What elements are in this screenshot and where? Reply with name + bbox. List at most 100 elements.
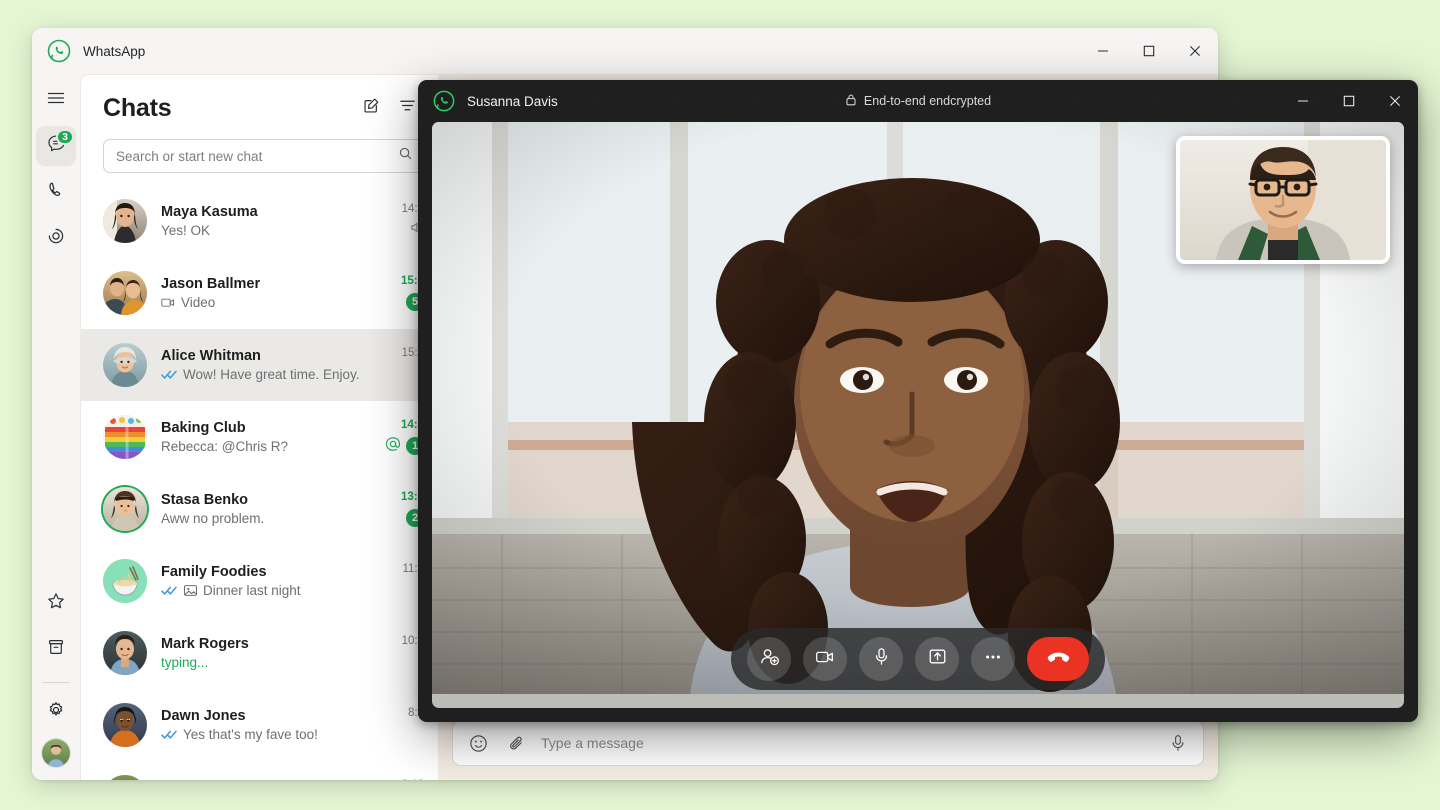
chat-item-name: Alice Whitman <box>161 348 261 364</box>
chat-item-text: Jason Ballmer Video <box>161 276 372 310</box>
mention-icon <box>385 436 401 457</box>
chat-item-preview-text: Dinner last night <box>203 583 301 598</box>
sidebar-item-archived[interactable] <box>36 629 76 669</box>
filter-icon <box>398 96 417 120</box>
chat-item-text: Maya Kasuma Yes! OK <box>161 204 372 238</box>
message-composer[interactable]: Type a message <box>452 720 1204 766</box>
chats-unread-badge: 3 <box>56 129 74 145</box>
chat-item-preview: Yes that's my fave too! <box>161 727 372 742</box>
avatar <box>103 703 147 747</box>
chat-item-name: Jason Ballmer <box>161 276 261 292</box>
call-window-controls <box>1280 80 1418 122</box>
encryption-label: End-to-end endcrypted <box>863 94 992 108</box>
video-call-window: Susanna Davis End-to-end endcrypted <box>418 80 1418 722</box>
share-screen-button[interactable] <box>915 637 959 681</box>
chat-list-item[interactable]: Maya Kasuma Yes! OK 14:5 <box>81 185 438 257</box>
navigation-rail: 3 <box>32 74 80 780</box>
new-chat-button[interactable] <box>354 91 388 125</box>
toggle-microphone-button[interactable] <box>859 637 903 681</box>
message-input-placeholder[interactable]: Type a message <box>541 735 1153 751</box>
chat-list-item[interactable]: Jason Ballmer Video 15:2 5 <box>81 257 438 329</box>
close-window-button[interactable] <box>1172 28 1218 74</box>
close-call-window-button[interactable] <box>1372 80 1418 122</box>
new-chat-icon <box>362 96 381 120</box>
search-input[interactable]: Search or start new chat <box>103 139 424 173</box>
read-receipt-icon <box>161 368 178 381</box>
maximize-call-window-button[interactable] <box>1326 80 1372 122</box>
star-icon <box>46 591 66 616</box>
window-controls <box>1080 28 1218 74</box>
avatar <box>103 199 147 243</box>
chat-list-item[interactable]: Mark Rogers typing... 10:5 <box>81 617 438 689</box>
sidebar-item-starred[interactable] <box>36 583 76 623</box>
window-titlebar: WhatsApp <box>32 28 1218 74</box>
minimize-window-button[interactable] <box>1080 28 1126 74</box>
chat-list-item[interactable]: Ziggy Woodley8:12 <box>81 761 438 780</box>
more-options-icon <box>983 647 1003 672</box>
chat-item-name: Baking Club <box>161 420 246 436</box>
profile-avatar[interactable] <box>41 738 71 768</box>
toggle-camera-button[interactable] <box>803 637 847 681</box>
image-icon <box>183 583 198 598</box>
avatar <box>103 487 147 531</box>
chat-rows: Maya Kasuma Yes! OK 14:5 Jason Ballmer Vide… <box>81 183 438 780</box>
avatar <box>103 343 147 387</box>
chat-list-item[interactable]: Alice Whitman Wow! Have great time. Enjoy… <box>81 329 438 401</box>
chat-list-item[interactable]: Dawn Jones Yes that's my fave too! 8:3 <box>81 689 438 761</box>
attachment-icon[interactable] <box>503 730 529 756</box>
chat-item-text: Dawn Jones Yes that's my fave too! <box>161 708 372 742</box>
hamburger-menu-icon <box>46 88 66 113</box>
self-view-thumbnail[interactable] <box>1176 136 1390 264</box>
chat-item-name: Stasa Benko <box>161 492 249 508</box>
chat-item-preview: Wow! Have great time. Enjoy. <box>161 367 372 382</box>
gear-icon <box>46 700 66 725</box>
chat-list-item[interactable]: Stasa Benko Aww no problem. 13:5 2 <box>81 473 438 545</box>
chat-list-pane: Chats Search or start new chat Maya Kasu… <box>81 75 438 780</box>
avatar <box>103 271 147 315</box>
minimize-call-window-button[interactable] <box>1280 80 1326 122</box>
chat-item-text: Family Foodies Dinner last night <box>161 564 372 598</box>
microphone-icon[interactable] <box>1165 730 1191 756</box>
chat-item-name: Mark Rogers <box>161 636 249 652</box>
end-call-icon <box>1045 643 1072 675</box>
add-participant-button[interactable] <box>747 637 791 681</box>
whatsapp-logo-icon <box>46 38 72 64</box>
search-area: Search or start new chat <box>81 129 438 183</box>
chat-item-text: Baking Club Rebecca: @Chris R? <box>161 420 372 454</box>
whatsapp-logo-icon <box>432 89 456 113</box>
chat-item-preview-text: Yes! OK <box>161 223 211 238</box>
end-call-button[interactable] <box>1027 637 1089 681</box>
chat-list-header: Chats <box>81 75 438 129</box>
chat-list-item[interactable]: Family Foodies Dinner last night 11:2 <box>81 545 438 617</box>
microphone-icon <box>871 646 892 672</box>
chat-item-text: Mark Rogers typing... <box>161 636 372 670</box>
sidebar-item-calls[interactable] <box>36 172 76 212</box>
calls-icon <box>46 180 66 205</box>
chat-item-preview-text: Yes that's my fave too! <box>183 727 318 742</box>
chat-item-preview: Video <box>161 295 372 310</box>
chat-item-meta: 8:12 <box>380 779 424 780</box>
sidebar-item-settings[interactable] <box>36 692 76 732</box>
chat-item-preview: typing... <box>161 655 372 670</box>
status-icon <box>46 226 66 251</box>
search-placeholder: Search or start new chat <box>116 148 263 164</box>
emoji-icon[interactable] <box>465 730 491 756</box>
call-titlebar: Susanna Davis End-to-end endcrypted <box>418 80 1418 122</box>
video-icon <box>161 295 176 310</box>
sidebar-item-chats[interactable]: 3 <box>36 126 76 166</box>
chat-list-actions <box>354 91 424 125</box>
chat-item-preview: Aww no problem. <box>161 511 372 526</box>
sidebar-item-status[interactable] <box>36 218 76 258</box>
more-options-button[interactable] <box>971 637 1015 681</box>
screen: WhatsApp 3 Chats Search or start new cha… <box>0 0 1440 810</box>
hamburger-menu-button[interactable] <box>36 80 76 120</box>
add-participant-icon <box>759 646 780 672</box>
maximize-window-button[interactable] <box>1126 28 1172 74</box>
call-peer-name: Susanna Davis <box>467 93 558 109</box>
chat-item-preview: Rebecca: @Chris R? <box>161 439 372 454</box>
chat-list-item[interactable]: Baking Club Rebecca: @Chris R? 14:4 1 <box>81 401 438 473</box>
chat-item-preview-text: Rebecca: @Chris R? <box>161 439 288 454</box>
call-video-stage <box>432 122 1404 708</box>
read-receipt-icon <box>161 584 178 597</box>
chat-item-preview-text: Wow! Have great time. Enjoy. <box>183 367 360 382</box>
